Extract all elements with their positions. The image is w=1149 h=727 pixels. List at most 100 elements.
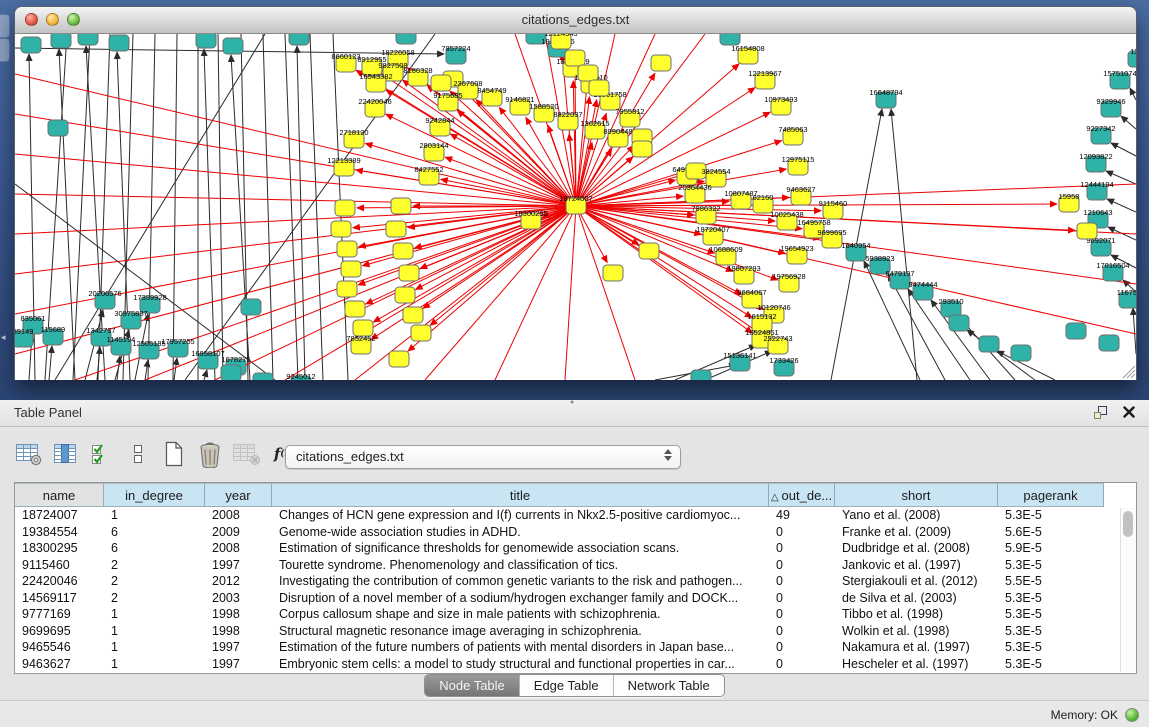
delete-table-button[interactable] — [233, 440, 261, 468]
table-cell: 2 — [104, 590, 205, 607]
float-window-icon[interactable] — [1093, 404, 1109, 420]
table-cell: 1997 — [205, 656, 272, 673]
graph-node-label: 12975115 — [782, 155, 815, 164]
table-vertical-scrollbar[interactable] — [1120, 508, 1136, 672]
graph-node[interactable] — [331, 221, 351, 237]
graph-node[interactable] — [345, 301, 365, 317]
table-cell: 9777169 — [15, 606, 104, 623]
column-header-out-de[interactable]: △out_de... — [769, 483, 835, 507]
select-all-button[interactable] — [89, 440, 115, 468]
graph-node-label: 22420046 — [358, 97, 391, 106]
graph-node-label: 18300295 — [514, 209, 547, 218]
table-row[interactable]: 946362711997Embryonic stem cells: a mode… — [15, 656, 1136, 673]
graph-node-label: 1678275 — [221, 355, 250, 364]
graph-node[interactable] — [389, 351, 409, 367]
collapsed-panel-grip[interactable] — [0, 38, 10, 62]
graph-node[interactable] — [337, 281, 357, 297]
table-row[interactable]: 946554611997Estimation of the future num… — [15, 639, 1136, 656]
graph-node[interactable] — [396, 34, 416, 44]
graph-node[interactable] — [399, 265, 419, 281]
column-header-year[interactable]: year — [205, 483, 272, 507]
column-header-short[interactable]: short — [835, 483, 998, 507]
table-panel-header: ● Table Panel — [0, 400, 1149, 427]
graph-node[interactable] — [651, 55, 671, 71]
collapsed-panel-grip[interactable] — [0, 14, 10, 38]
graph-node[interactable] — [21, 37, 41, 53]
table-cell: 0 — [769, 623, 835, 640]
unselect-all-button[interactable] — [125, 440, 151, 468]
table-row[interactable]: 1872400712008Changes of HCN gene express… — [15, 507, 1136, 524]
table-cell: 18724007 — [15, 507, 104, 524]
column-header-pagerank[interactable]: pagerank — [998, 483, 1104, 507]
column-header-title[interactable]: title — [272, 483, 769, 507]
table-cell: 5.3E-5 — [998, 639, 1104, 656]
graph-node[interactable] — [109, 35, 129, 51]
graph-node[interactable] — [949, 315, 969, 331]
column-header-in-degree[interactable]: in_degree — [104, 483, 205, 507]
graph-node[interactable] — [1011, 345, 1031, 361]
scrollbar-thumb[interactable] — [1123, 511, 1133, 537]
graph-node[interactable] — [395, 287, 415, 303]
table-cell: Changes of HCN gene expression and I(f) … — [272, 507, 769, 524]
graph-node[interactable] — [431, 75, 451, 91]
memory-status-indicator-icon[interactable] — [1125, 708, 1139, 722]
graph-node[interactable] — [341, 261, 361, 277]
graph-node[interactable] — [223, 38, 243, 54]
tab-network-table[interactable]: Network Table — [614, 675, 724, 696]
network-canvas[interactable]: 1872400716033809785722488130541921859620… — [15, 34, 1136, 380]
table-select-dropdown[interactable]: citations_edges.txt — [285, 445, 681, 469]
graph-node[interactable] — [241, 299, 261, 315]
graph-node[interactable] — [78, 34, 98, 45]
table-row[interactable]: 969969511998Structural magnetic resonanc… — [15, 623, 1136, 640]
table-cell: Estimation of the future numbers of pati… — [272, 639, 769, 656]
table-row[interactable]: 911546021997Tourette syndrome. Phenomeno… — [15, 557, 1136, 574]
table-settings-button[interactable] — [16, 440, 43, 468]
graph-node[interactable] — [403, 307, 423, 323]
graph-node[interactable] — [51, 34, 71, 48]
panel-divider-handle[interactable]: ● — [570, 401, 578, 406]
graph-node[interactable] — [639, 243, 659, 259]
table-cell: 19384554 — [15, 524, 104, 541]
show-columns-button[interactable] — [53, 440, 79, 468]
new-file-button[interactable] — [161, 440, 187, 468]
table-row[interactable]: 2242004622012Investigating the contribut… — [15, 573, 1136, 590]
graph-node[interactable] — [253, 373, 273, 380]
graph-node[interactable] — [289, 34, 309, 45]
graph-node[interactable] — [1099, 335, 1119, 351]
graph-node[interactable] — [603, 265, 623, 281]
graph-node[interactable] — [48, 120, 68, 136]
graph-node[interactable] — [632, 141, 652, 157]
graph-node[interactable] — [391, 198, 411, 214]
graph-node[interactable] — [337, 241, 357, 257]
table-cell: 1998 — [205, 623, 272, 640]
graph-node-label: 39149 — [15, 327, 33, 336]
column-header-name[interactable]: name — [15, 483, 104, 507]
graph-node[interactable] — [196, 34, 216, 48]
table-row[interactable]: 1830029562008Estimation of significance … — [15, 540, 1136, 557]
graph-node[interactable] — [335, 200, 355, 216]
table-row[interactable]: 1938455462009Genome-wide association stu… — [15, 524, 1136, 541]
delete-button[interactable] — [197, 440, 223, 468]
table-row[interactable]: 1456911722003Disruption of a novel membe… — [15, 590, 1136, 607]
graph-node[interactable] — [565, 50, 585, 66]
graph-node[interactable] — [393, 243, 413, 259]
status-bar: Memory: OK — [0, 700, 1149, 727]
graph-node[interactable] — [411, 325, 431, 341]
tab-edge-table[interactable]: Edge Table — [520, 675, 614, 696]
graph-node-label: 8454749 — [477, 86, 506, 95]
close-icon[interactable] — [1121, 404, 1137, 420]
graph-node[interactable] — [979, 336, 999, 352]
graph-node[interactable] — [1077, 223, 1097, 239]
graph-node[interactable] — [221, 365, 241, 380]
graph-node[interactable] — [1066, 323, 1086, 339]
graph-node[interactable] — [589, 80, 609, 96]
graph-node-label: 8990448 — [603, 127, 632, 136]
table-row[interactable]: 977716911998Corpus callosum shape and si… — [15, 606, 1136, 623]
graph-node[interactable] — [691, 370, 711, 380]
resize-grip-icon[interactable] — [1123, 366, 1135, 378]
network-window-titlebar[interactable]: citations_edges.txt — [15, 7, 1136, 34]
graph-node[interactable] — [386, 221, 406, 237]
graph-node[interactable] — [578, 65, 598, 81]
tab-node-table[interactable]: Node Table — [425, 675, 520, 696]
panel-expand-arrow-icon[interactable]: ◂ — [1, 332, 6, 343]
